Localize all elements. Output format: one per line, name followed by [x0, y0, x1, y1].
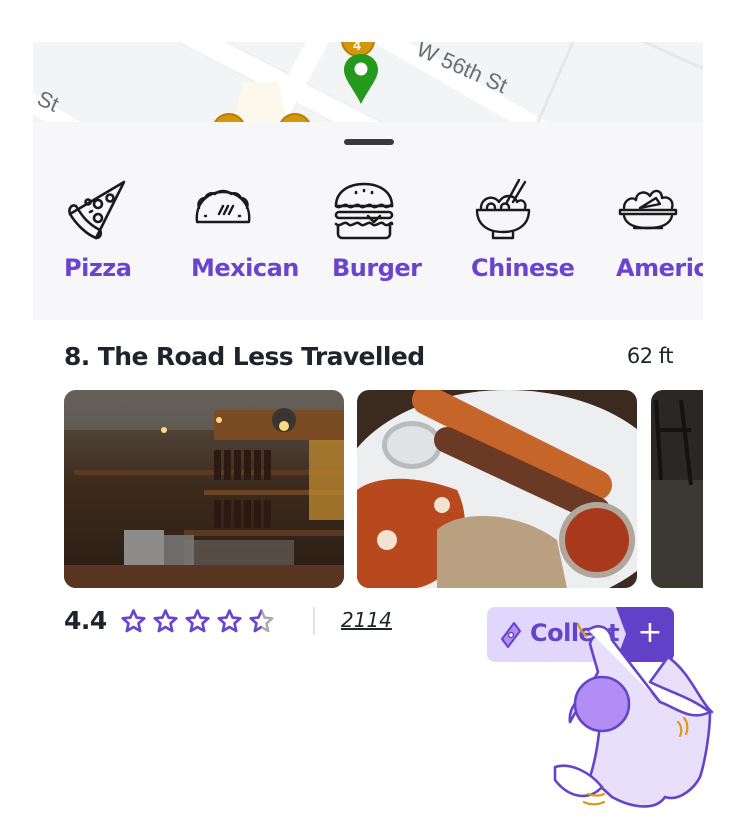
category-pizza[interactable]: Pizza: [64, 178, 194, 282]
rating-value: 4.4: [64, 606, 107, 635]
star-rating: [120, 608, 275, 635]
restaurant-title[interactable]: 8. The Road Less Travelled: [64, 342, 425, 371]
map-streets: 4: [33, 42, 703, 122]
photo-carousel[interactable]: [64, 390, 703, 588]
category-label: America: [616, 254, 703, 282]
add-to-collection-button[interactable]: +: [616, 607, 674, 662]
divider: [313, 607, 315, 635]
plus-icon: +: [637, 615, 663, 650]
star-icon: [185, 609, 210, 633]
pizza-icon: [68, 180, 126, 240]
app-frame: 4 W 56th St h St Pizza Mexican Burger Ch…: [33, 42, 703, 662]
collect-label: Collect: [530, 619, 620, 647]
bar-interior-photo[interactable]: [64, 390, 344, 588]
star-icon: [249, 609, 274, 633]
kebab-platter-photo[interactable]: [357, 390, 637, 588]
taco-icon: [195, 189, 251, 224]
restaurant-distance: 62 ft: [626, 344, 674, 368]
burger-icon: [334, 182, 394, 240]
category-american[interactable]: America: [616, 178, 703, 282]
noodle-bowl-icon: [475, 178, 531, 240]
drag-handle[interactable]: [344, 139, 394, 145]
star-icon: [121, 609, 146, 633]
category-chinese[interactable]: Chinese: [471, 178, 601, 282]
bottom-sheet: Pizza Mexican Burger Chinese Americ: [33, 122, 703, 401]
category-mexican[interactable]: Mexican: [191, 178, 321, 282]
star-icon: [153, 609, 178, 633]
dining-chairs-photo[interactable]: [651, 390, 703, 588]
category-label: Chinese: [471, 254, 575, 282]
category-label: Mexican: [191, 254, 299, 282]
review-count-link[interactable]: 2114: [341, 608, 392, 632]
category-burger[interactable]: Burger: [332, 178, 462, 282]
selected-location-pin: [344, 54, 378, 104]
cluster-count: 4: [353, 42, 361, 53]
category-label: Burger: [332, 254, 422, 282]
collect-button[interactable]: Collect +: [487, 607, 674, 662]
salad-bowl-icon: [618, 189, 678, 230]
restaurant-card[interactable]: 8. The Road Less Travelled 62 ft 4.4 211…: [33, 322, 703, 662]
category-list: Pizza Mexican Burger Chinese Americ: [33, 178, 703, 298]
map-view[interactable]: 4 W 56th St h St: [33, 42, 703, 122]
category-label: Pizza: [64, 254, 132, 282]
collect-gem-icon: [501, 622, 521, 648]
star-icon: [217, 609, 242, 633]
